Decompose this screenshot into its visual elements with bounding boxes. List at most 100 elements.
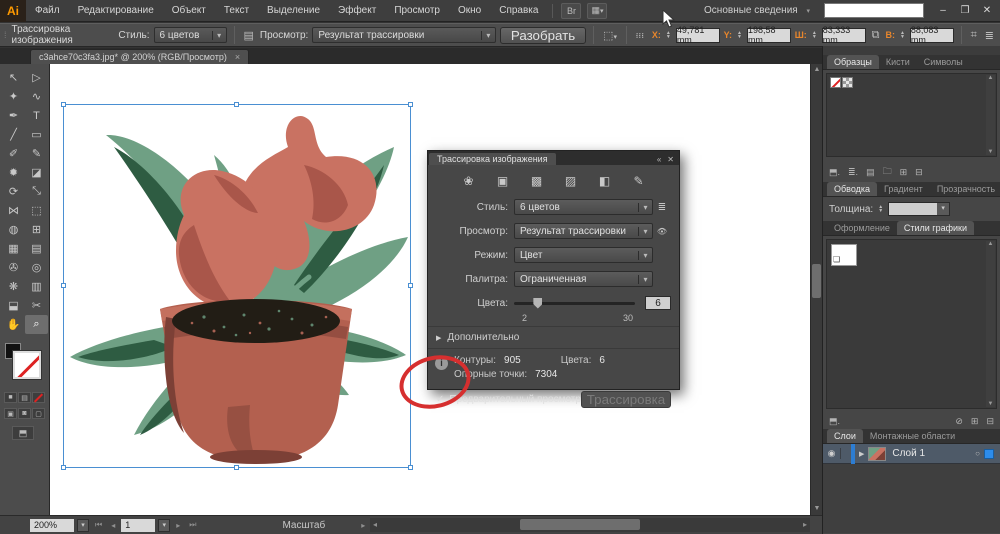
panel-tab[interactable]: Градиент <box>877 182 930 196</box>
scroll-down-icon[interactable]: ▼ <box>986 149 995 155</box>
selection-handle[interactable] <box>234 102 239 107</box>
advanced-section-toggle[interactable]: ▶ Дополнительно <box>428 326 679 349</box>
layer-name[interactable]: Слой 1 <box>892 448 925 459</box>
expand-layer-icon[interactable]: ▶ <box>855 450 868 458</box>
artboard-number-field[interactable]: 1 <box>121 519 155 532</box>
last-artboard-icon[interactable]: ⏭ <box>186 520 199 530</box>
registration-swatch[interactable] <box>842 77 853 88</box>
selection-handle[interactable] <box>408 102 413 107</box>
black-white-preset-icon[interactable]: ◧ <box>595 173 615 189</box>
scroll-left-icon[interactable]: ◂ <box>370 520 380 529</box>
transform-icon[interactable]: ⌗ <box>969 29 979 42</box>
colors-value-field[interactable]: 6 <box>645 296 671 310</box>
mesh-tool[interactable]: ▦ <box>2 239 25 258</box>
new-style-icon[interactable]: ⊞ <box>971 416 979 427</box>
selection-handle[interactable] <box>61 283 66 288</box>
fill-stroke-indicator[interactable] <box>4 342 46 384</box>
first-artboard-icon[interactable]: ⏮ <box>92 520 105 530</box>
rotate-tool[interactable]: ⟳ <box>2 182 25 201</box>
new-color-group-icon[interactable]: 🗀 <box>883 164 892 180</box>
graphic-style-thumbnail[interactable]: ❏ <box>831 244 857 266</box>
status-arrow-icon[interactable]: ▸ <box>358 521 368 530</box>
reference-point-icon[interactable]: ᎒᎒᎒ <box>634 33 648 38</box>
preview-select[interactable]: Результат трассировки ▾ <box>312 27 496 43</box>
break-link-icon[interactable]: ⊘ <box>955 416 963 427</box>
palette-select[interactable]: Ограниченная▾ <box>514 271 653 287</box>
menu-item[interactable]: Объект <box>163 0 215 22</box>
free-transform-tool[interactable]: ⬚ <box>25 201 48 220</box>
blend-tool[interactable]: ◎ <box>25 258 48 277</box>
search-input[interactable] <box>824 3 924 18</box>
high-color-preset-icon[interactable]: ▣ <box>493 173 513 189</box>
arrange-documents-icon[interactable]: ▦▾ <box>587 3 607 19</box>
height-value-field[interactable]: 88,083 mm <box>910 28 954 43</box>
scroll-up-icon[interactable]: ▲ <box>986 75 995 81</box>
panel-tab[interactable]: Оформление <box>827 221 897 235</box>
blob-brush-tool[interactable]: ✹ <box>2 163 25 182</box>
selection-handle[interactable] <box>234 465 239 470</box>
none-button[interactable] <box>32 392 45 403</box>
menu-item[interactable]: Файл <box>26 0 69 22</box>
preset-menu-icon[interactable]: ≣ <box>653 202 671 213</box>
pencil-tool[interactable]: ✎ <box>25 144 48 163</box>
gradient-tool[interactable]: ▤ <box>25 239 48 258</box>
panel-tab[interactable]: Слои <box>827 429 863 443</box>
control-panel-menu-icon[interactable]: ≣ <box>983 29 996 42</box>
delete-swatch-icon[interactable]: ⊟ <box>915 167 923 178</box>
close-button[interactable]: ✕ <box>976 2 998 20</box>
collapse-panel-icon[interactable]: « <box>657 155 661 164</box>
selection-handle[interactable] <box>408 283 413 288</box>
visibility-eye-icon[interactable]: ◉ <box>823 448 841 459</box>
trace-panel-titlebar[interactable]: Трассировка изображения « ✕ <box>428 151 679 165</box>
panel-grip[interactable]: ⁞ <box>4 30 6 40</box>
zoom-tool[interactable]: ⌕ <box>25 315 48 334</box>
none-swatch[interactable] <box>830 77 841 88</box>
pen-tool[interactable]: ✒ <box>2 106 25 125</box>
weight-stepper[interactable]: ▲▼ <box>878 205 883 213</box>
view-select[interactable]: Результат трассировки▾ <box>514 223 653 239</box>
menu-item[interactable]: Текст <box>215 0 258 22</box>
panel-tab[interactable]: Стили графики <box>897 221 974 235</box>
scroll-down-icon[interactable]: ▼ <box>986 401 995 407</box>
swatch-libraries-icon[interactable]: ⬒. <box>829 167 840 178</box>
artboard-tool[interactable]: ⬓ <box>2 296 25 315</box>
close-panel-icon[interactable]: ✕ <box>667 155 674 164</box>
swatch-options-icon[interactable]: ▤ <box>866 167 875 178</box>
draw-inside-button[interactable]: ▢ <box>32 408 45 419</box>
eye-icon[interactable]: 👁 <box>653 227 671 236</box>
style-select[interactable]: 6 цветов▾ <box>514 199 653 215</box>
scale-tool[interactable]: ⤡ <box>25 182 48 201</box>
horizontal-scrollbar[interactable]: ◂ ▸ <box>370 518 810 532</box>
menu-item[interactable]: Справка <box>490 0 547 22</box>
menu-item[interactable]: Редактирование <box>69 0 163 22</box>
y-value-field[interactable]: 198,58 mm <box>747 28 791 43</box>
panel-tab[interactable]: Образцы <box>827 55 879 69</box>
mode-select[interactable]: Цвет▾ <box>514 247 653 263</box>
menu-item[interactable]: Просмотр <box>385 0 449 22</box>
gradient-button[interactable]: ▤ <box>18 392 31 403</box>
eraser-tool[interactable]: ◪ <box>25 163 48 182</box>
zoom-dropdown-icon[interactable]: ▾ <box>77 519 89 532</box>
stroke-none-swatch[interactable] <box>13 351 41 379</box>
scroll-right-icon[interactable]: ▸ <box>800 520 810 529</box>
line-segment-tool[interactable]: ╱ <box>2 125 25 144</box>
bridge-icon[interactable]: Br <box>561 3 581 19</box>
delete-style-icon[interactable]: ⊟ <box>986 416 994 427</box>
x-stepper[interactable]: ▲▼ <box>666 31 671 39</box>
scroll-up-icon[interactable]: ▲ <box>986 241 995 247</box>
preview-checkbox[interactable]: ✓ Предварительный просмотр <box>436 394 581 405</box>
slider-thumb[interactable] <box>533 298 542 309</box>
layer-thumbnail[interactable] <box>868 447 886 461</box>
panel-tab[interactable]: Кисти <box>879 55 917 69</box>
column-graph-tool[interactable]: ▥ <box>25 277 48 296</box>
lasso-tool[interactable]: ∿ <box>25 87 48 106</box>
paintbrush-tool[interactable]: ✐ <box>2 144 25 163</box>
grayscale-preset-icon[interactable]: ▨ <box>561 173 581 189</box>
restore-button[interactable]: ❐ <box>954 2 976 20</box>
y-stepper[interactable]: ▲▼ <box>737 31 742 39</box>
selection-tool[interactable]: ↖ <box>2 68 25 87</box>
width-tool[interactable]: ⋈ <box>2 201 25 220</box>
height-stepper[interactable]: ▲▼ <box>900 31 905 39</box>
link-dimensions-icon[interactable]: ⧉ <box>870 29 882 42</box>
shape-builder-tool[interactable]: ◍ <box>2 220 25 239</box>
